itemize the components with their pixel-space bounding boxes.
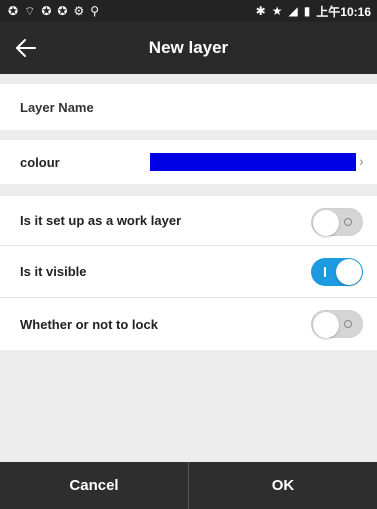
layer-name-row xyxy=(0,84,377,130)
chevron-right-icon: › xyxy=(359,153,364,169)
notification-icon: ✪ xyxy=(8,4,19,18)
sync-icon: ✪ xyxy=(41,4,52,18)
colour-row[interactable]: colour › xyxy=(0,140,377,184)
cancel-button[interactable]: Cancel xyxy=(0,462,188,509)
lock-toggle[interactable] xyxy=(311,310,363,338)
star-icon: ★ xyxy=(271,4,283,18)
settings-icon: ⚙ xyxy=(73,4,85,18)
colour-swatch[interactable] xyxy=(150,153,356,171)
work-layer-row: Is it set up as a work layer xyxy=(0,196,377,246)
status-icons-left: ✪ ⌔ ✪ ✪ ⚙ ⚲ xyxy=(8,5,99,17)
toggle-off-mark xyxy=(344,320,352,328)
toggle-on-mark xyxy=(324,267,326,277)
app-header: New layer xyxy=(0,22,377,74)
bluetooth-icon: ✱ xyxy=(255,4,266,18)
page-title: New layer xyxy=(148,38,229,57)
visible-row: Is it visible xyxy=(0,246,377,298)
lock-label: Whether or not to lock xyxy=(20,316,158,332)
layer-name-input[interactable] xyxy=(20,99,363,115)
status-icons-right: ✱ ★ ◢ ▮ 上午10:16 xyxy=(256,3,371,20)
wifi-icon: ◢ xyxy=(288,4,298,18)
work-layer-label: Is it set up as a work layer xyxy=(20,213,182,228)
location-icon: ⚲ xyxy=(90,4,100,18)
ok-button[interactable]: OK xyxy=(189,462,377,509)
colour-label: colour xyxy=(20,154,60,170)
lock-row: Whether or not to lock xyxy=(0,298,377,350)
toggle-off-mark xyxy=(344,218,352,226)
back-button[interactable] xyxy=(8,30,44,66)
toggle-knob xyxy=(336,259,362,285)
bottom-action-bar: Cancel OK xyxy=(0,462,377,509)
sync-icon: ✪ xyxy=(57,4,68,18)
signal-icon: ⌔ xyxy=(24,4,36,18)
battery-icon: ▮ xyxy=(303,4,311,18)
visible-toggle[interactable] xyxy=(311,258,363,286)
status-time: 上午10:16 xyxy=(316,4,371,19)
toggle-knob xyxy=(313,312,339,338)
status-bar: ✪ ⌔ ✪ ✪ ⚙ ⚲ ✱ ★ ◢ ▮ 上午10:16 xyxy=(0,0,377,22)
arrow-left-icon xyxy=(16,39,36,57)
visible-label: Is it visible xyxy=(20,264,87,279)
toggle-knob xyxy=(313,210,339,236)
work-layer-toggle[interactable] xyxy=(311,208,363,236)
